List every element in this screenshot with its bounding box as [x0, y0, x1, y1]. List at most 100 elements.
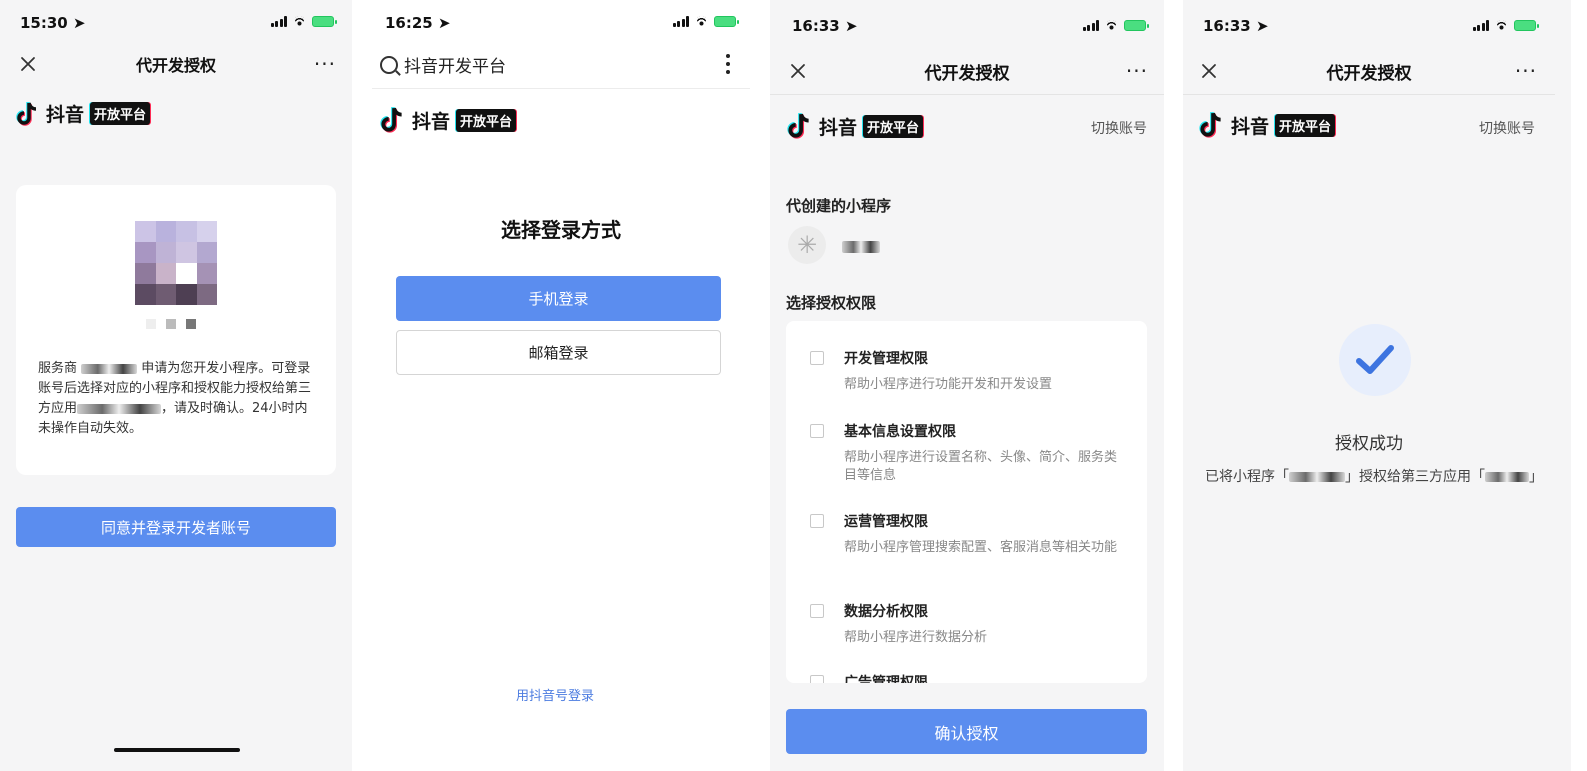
miniapp-icon: ✳	[788, 226, 826, 264]
battery-icon	[1124, 20, 1149, 31]
brand-tag: 开放平台	[1275, 113, 1336, 137]
browser-title-bar: 抖音开发平台	[380, 52, 506, 77]
battery-icon	[714, 16, 739, 27]
permission-title: 运营管理权限	[844, 514, 928, 530]
nav-bar: 代开发授权 ···	[1183, 49, 1555, 93]
tiktok-logo-icon	[787, 113, 809, 139]
brand-name: 抖音	[46, 104, 85, 126]
brand-tag: 开放平台	[863, 114, 924, 138]
permission-title: 开发管理权限	[844, 351, 928, 367]
wifi-icon	[1494, 20, 1509, 31]
permission-desc: 帮助小程序进行数据分析	[844, 630, 988, 645]
close-icon[interactable]	[1199, 61, 1219, 81]
status-time: 16:25 ➤	[385, 14, 451, 32]
wifi-icon	[292, 16, 307, 27]
brand-name: 抖音	[412, 110, 451, 133]
brand-logo: 抖音 开放平台	[787, 112, 924, 140]
search-title: 抖音开发平台	[404, 57, 506, 77]
signal-icon	[270, 16, 287, 27]
switch-account-link[interactable]: 切换账号	[1091, 118, 1147, 138]
app-avatar	[135, 221, 217, 305]
brand-tag: 开放平台	[456, 108, 517, 132]
permission-title: 数据分析权限	[844, 604, 928, 620]
permission-desc: 帮助小程序进行设置名称、头像、简介、服务类目等信息	[844, 450, 1118, 483]
permission-desc: 帮助小程序进行功能开发和开发设置	[844, 377, 1053, 392]
brand-name: 抖音	[819, 116, 858, 139]
battery-icon	[312, 16, 337, 27]
status-time: 16:33 ➤	[792, 17, 858, 35]
nav-bar: 代开发授权 ···	[0, 42, 352, 86]
brand-name: 抖音	[1231, 115, 1270, 138]
page-title: 代开发授权	[135, 56, 216, 75]
permission-checkbox[interactable]	[810, 424, 824, 438]
signal-icon	[672, 16, 689, 27]
success-badge	[1339, 324, 1411, 396]
redacted-text	[1289, 472, 1345, 482]
more-icon[interactable]: ···	[314, 54, 336, 74]
permission-checkbox[interactable]	[810, 351, 824, 365]
home-indicator	[114, 748, 240, 752]
permission-checkbox[interactable]	[810, 514, 824, 528]
redacted-text	[1485, 472, 1529, 482]
close-icon[interactable]	[788, 61, 808, 81]
created-miniapp-title: 代创建的小程序	[786, 197, 892, 215]
more-icon[interactable]: ···	[1515, 61, 1537, 81]
status-bar: 16:33 ➤	[1183, 0, 1571, 44]
permission-title: 基本信息设置权限	[844, 424, 956, 440]
douyin-login-link[interactable]: 用抖音号登录	[516, 685, 594, 704]
agree-login-button[interactable]: 同意并登录开发者账号	[16, 507, 336, 547]
tiktok-logo-icon	[16, 101, 37, 126]
tiktok-logo-icon	[1199, 112, 1221, 138]
miniapp-name-redacted	[842, 241, 880, 253]
email-login-button[interactable]: 邮箱登录	[396, 330, 721, 375]
select-permission-title: 选择授权权限	[786, 294, 877, 312]
search-icon[interactable]	[380, 55, 398, 74]
success-description: 已将小程序「 」授权给第三方应用「」	[1205, 469, 1543, 485]
status-icons	[672, 16, 739, 27]
tiktok-logo-icon	[380, 107, 402, 133]
wifi-icon	[694, 16, 709, 27]
brand-logo: 抖音 开放平台	[1199, 111, 1336, 139]
brand-logo: 抖音 开放平台	[16, 100, 151, 127]
status-icons	[1082, 20, 1149, 31]
brand-logo: 抖音 开放平台	[380, 106, 517, 134]
permission-item[interactable]: 广告管理权限	[810, 672, 1129, 683]
app-name-redacted	[146, 319, 196, 329]
status-bar: 16:33 ➤	[770, 0, 1164, 44]
permission-checkbox[interactable]	[810, 675, 824, 683]
wifi-icon	[1104, 20, 1119, 31]
screen-login-method: 16:25 ➤ 抖音开发平台 抖音 开放平台 选择登录方式 手机登录 邮箱登录 …	[352, 0, 770, 771]
signal-icon	[1472, 20, 1489, 31]
screen-authorize-request: 15:30 ➤ 代开发授权 ··· 抖音 开放平台 服务商 申请为您开发小程序。…	[0, 0, 352, 771]
success-title: 授权成功	[1335, 434, 1403, 454]
permission-item[interactable]: 运营管理权限 帮助小程序管理搜索配置、客服消息等相关功能	[810, 511, 1129, 557]
permission-item[interactable]: 开发管理权限 帮助小程序进行功能开发和开发设置	[810, 348, 1129, 394]
confirm-authorize-button[interactable]: 确认授权	[786, 709, 1147, 754]
phone-login-button[interactable]: 手机登录	[396, 276, 721, 321]
status-time: 15:30 ➤	[20, 14, 86, 32]
close-icon[interactable]	[18, 54, 38, 74]
status-bar: 15:30 ➤	[0, 0, 352, 44]
page-title: 代开发授权	[924, 63, 1010, 84]
permission-title: 广告管理权限	[844, 675, 928, 683]
permission-item[interactable]: 数据分析权限 帮助小程序进行数据分析	[810, 601, 1129, 647]
request-description: 服务商 申请为您开发小程序。可登录账号后选择对应的小程序和授权能力授权给第三方应…	[38, 361, 312, 436]
permission-desc: 帮助小程序管理搜索配置、客服消息等相关功能	[844, 540, 1118, 555]
status-icons	[270, 16, 337, 27]
login-heading: 选择登录方式	[501, 218, 621, 242]
divider	[1183, 94, 1555, 95]
brand-tag: 开放平台	[90, 102, 151, 125]
page-title: 代开发授权	[1326, 63, 1412, 84]
permission-item[interactable]: 基本信息设置权限 帮助小程序进行设置名称、头像、简介、服务类目等信息	[810, 421, 1129, 485]
redacted-text	[77, 403, 162, 414]
more-icon[interactable]: ···	[1126, 61, 1148, 81]
status-bar: 16:25 ➤	[352, 0, 770, 44]
screen-authorize-success: 16:33 ➤ 代开发授权 ··· 抖音 开放平台 切换账号 授权成功 已将小程…	[1183, 0, 1571, 771]
status-time: 16:33 ➤	[1203, 17, 1269, 35]
request-card: 服务商 申请为您开发小程序。可登录账号后选择对应的小程序和授权能力授权给第三方应…	[16, 185, 336, 475]
switch-account-link[interactable]: 切换账号	[1479, 118, 1535, 138]
permission-list: 开发管理权限 帮助小程序进行功能开发和开发设置 基本信息设置权限 帮助小程序进行…	[786, 321, 1147, 683]
more-vertical-icon[interactable]	[726, 54, 730, 74]
permission-checkbox[interactable]	[810, 604, 824, 618]
battery-icon	[1514, 20, 1539, 31]
